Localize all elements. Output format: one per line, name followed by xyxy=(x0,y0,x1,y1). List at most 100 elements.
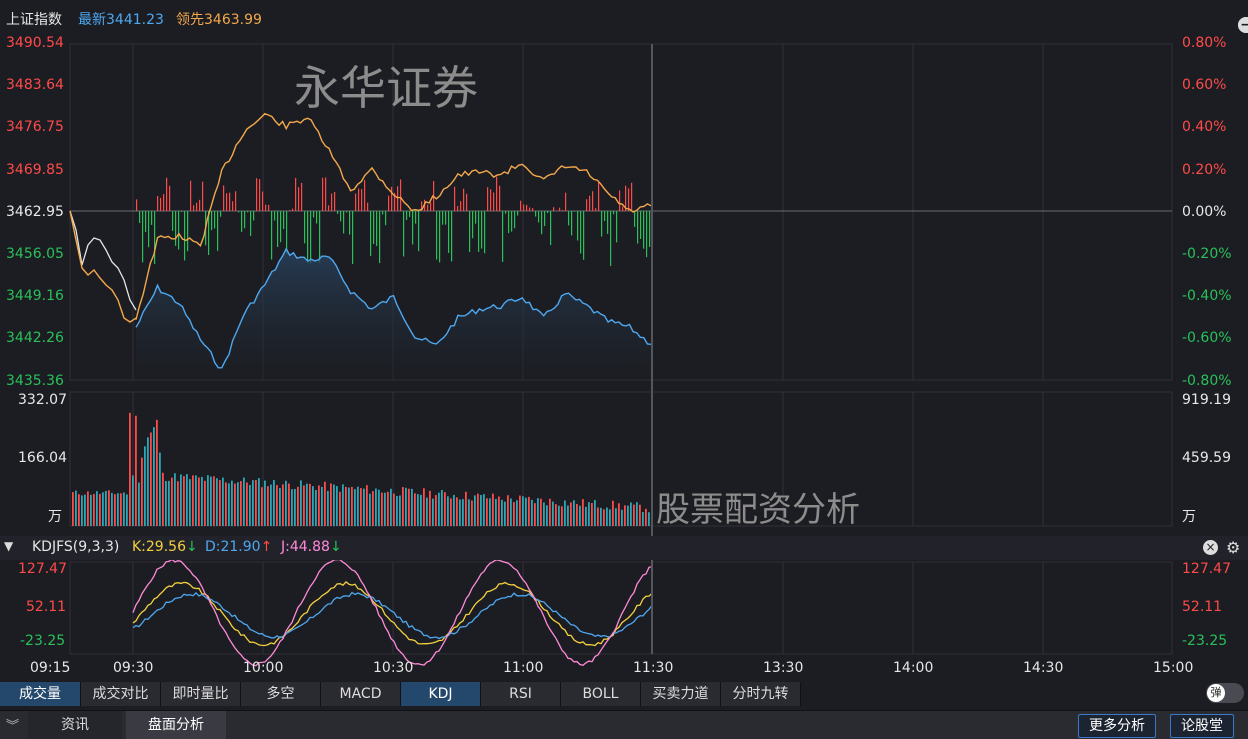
popup-toggle[interactable]: 弹 xyxy=(1206,683,1244,703)
diff-bar xyxy=(607,211,608,234)
volume-bar xyxy=(264,481,266,526)
diff-bar xyxy=(280,211,281,242)
volume-bar xyxy=(207,475,209,526)
diff-bar xyxy=(649,211,650,247)
diff-bar xyxy=(508,211,509,233)
volume-bar xyxy=(480,495,482,526)
diff-bar xyxy=(613,211,614,214)
close-icon[interactable]: × xyxy=(1203,540,1218,555)
diff-bar xyxy=(151,211,152,225)
tab-news[interactable]: 资讯 xyxy=(28,711,122,739)
time-label: 09:30 xyxy=(113,660,153,676)
volume-bar xyxy=(141,458,143,526)
diff-bar xyxy=(364,180,365,211)
volume-bar xyxy=(372,491,374,526)
volume-bar xyxy=(153,427,155,526)
volume-bar xyxy=(495,499,497,526)
volume-bar xyxy=(489,498,491,526)
diff-bar xyxy=(451,211,452,261)
volume-bar xyxy=(198,477,200,526)
volume-bar xyxy=(582,499,584,526)
volume-bar xyxy=(357,487,359,526)
diff-bar xyxy=(466,194,467,211)
volume-bar xyxy=(453,495,455,526)
volume-bar xyxy=(360,488,362,526)
volume-bar xyxy=(540,499,542,526)
diff-bar xyxy=(592,191,593,211)
indicator-tab[interactable]: 即时量比 xyxy=(161,682,241,706)
diff-bar xyxy=(442,211,443,225)
volume-bar xyxy=(216,478,218,526)
diff-bar xyxy=(172,211,173,231)
axis-label: -0.80% xyxy=(1182,373,1232,389)
diff-bar xyxy=(397,186,398,211)
collapse-icon[interactable]: ▼ xyxy=(4,539,13,553)
diff-bar xyxy=(484,211,485,253)
diff-bar xyxy=(226,193,227,211)
diff-bar xyxy=(436,211,437,260)
volume-bar xyxy=(228,483,230,526)
volume-bar xyxy=(534,503,536,526)
double-chevron-down-icon[interactable]: ︾ xyxy=(6,715,19,734)
diff-bar xyxy=(241,211,242,232)
stock-forum-button[interactable]: 论股堂 xyxy=(1170,714,1234,738)
diff-bar xyxy=(619,190,620,211)
more-analysis-button[interactable]: 更多分析 xyxy=(1078,714,1156,738)
kdj-k-value: K:29.56↓ xyxy=(132,539,198,555)
volume-bar xyxy=(87,491,89,526)
diff-bar xyxy=(247,211,248,212)
axis-label: 3435.36 xyxy=(6,373,64,389)
diff-bar xyxy=(538,211,539,222)
indicator-tab[interactable]: 成交对比 xyxy=(81,682,161,706)
indicator-tab[interactable]: KDJ xyxy=(401,682,481,706)
volume-bar xyxy=(594,500,596,526)
diff-bar xyxy=(478,211,479,252)
indicator-tab[interactable]: RSI xyxy=(481,682,561,706)
kdj-name[interactable]: KDJFS(9,3,3) xyxy=(32,539,119,555)
volume-bar xyxy=(348,488,350,526)
volume-bar xyxy=(201,477,203,526)
indicator-tab[interactable]: MACD xyxy=(321,682,401,706)
volume-bar xyxy=(423,488,425,526)
kdj-k-text: K:29.56 xyxy=(132,539,186,555)
volume-bar xyxy=(462,499,464,526)
volume-bar xyxy=(276,485,278,526)
gear-icon[interactable]: ⚙ xyxy=(1226,538,1240,557)
volume-bar xyxy=(333,485,335,526)
diff-bar xyxy=(415,211,416,224)
volume-bar xyxy=(183,476,185,526)
indicator-tab[interactable]: 分时九转 xyxy=(721,682,801,706)
volume-bar xyxy=(285,481,287,526)
diff-bar xyxy=(388,196,389,211)
watermark-bottom: 股票配资分析 xyxy=(656,482,860,531)
axis-label: -0.20% xyxy=(1182,246,1232,262)
time-label: 10:30 xyxy=(373,660,413,676)
volume-bar xyxy=(327,491,329,526)
diff-bar xyxy=(460,201,461,211)
volume-bar xyxy=(345,487,347,526)
diff-bar xyxy=(583,211,584,260)
volume-bar xyxy=(516,500,518,526)
volume-bar xyxy=(579,506,581,526)
diff-bar xyxy=(523,205,524,211)
diff-bar xyxy=(232,201,233,211)
indicator-tab[interactable]: 成交量 xyxy=(0,682,81,706)
axis-label: 3462.95 xyxy=(6,204,64,220)
volume-bar xyxy=(468,499,470,526)
diff-bar xyxy=(403,211,404,256)
intraday-chart[interactable] xyxy=(0,0,1248,682)
diff-bar xyxy=(427,205,428,211)
volume-bar xyxy=(267,486,269,526)
diff-bar xyxy=(139,211,140,223)
diff-bar xyxy=(349,211,350,235)
indicator-tab[interactable]: BOLL xyxy=(561,682,641,706)
diff-bar xyxy=(220,211,221,217)
kdj-axis-label: 52.11 xyxy=(26,599,66,615)
tab-market-analysis[interactable]: 盘面分析 xyxy=(126,711,226,739)
indicator-tab[interactable]: 多空 xyxy=(241,682,321,706)
indicator-tab[interactable]: 买卖力道 xyxy=(641,682,721,706)
diff-bar xyxy=(319,211,320,262)
volume-bar xyxy=(432,499,434,526)
diff-bar xyxy=(214,211,215,228)
time-label: 10:00 xyxy=(243,660,283,676)
